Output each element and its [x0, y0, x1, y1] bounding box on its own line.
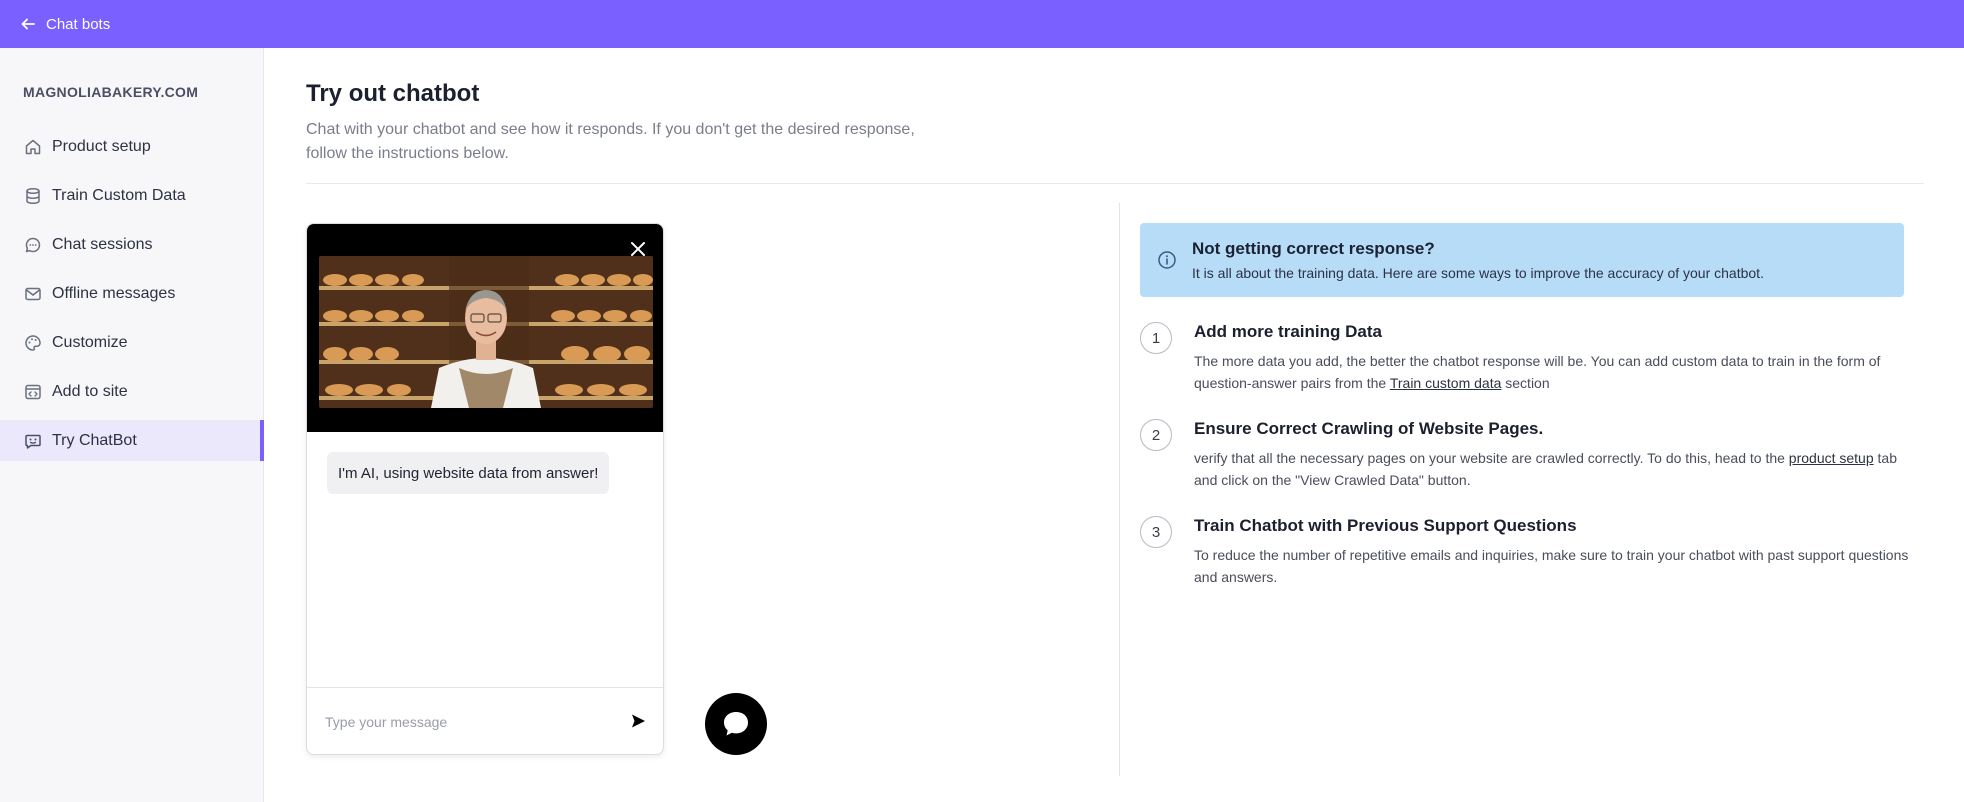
chatbot-widget-preview: I'm AI, using website data from answer!: [306, 223, 664, 755]
product-setup-link[interactable]: product setup: [1789, 450, 1874, 466]
bot-message: I'm AI, using website data from answer!: [327, 452, 610, 494]
step-description: The more data you add, the better the ch…: [1194, 350, 1910, 394]
back-link-label: Chat bots: [46, 15, 111, 33]
bot-icon: [24, 432, 42, 450]
sidebar-item-label: Train Custom Data: [52, 186, 186, 204]
sidebar-item-try-chatbot[interactable]: Try ChatBot: [0, 420, 264, 461]
arrow-left-icon: [21, 18, 35, 30]
info-alert: Not getting correct response? It is all …: [1140, 223, 1904, 297]
sidebar-item-chat-sessions[interactable]: Chat sessions: [0, 224, 264, 265]
sidebar-item-label: Try ChatBot: [52, 431, 137, 449]
page-title: Try out chatbot: [306, 80, 480, 107]
sidebar-item-product-setup[interactable]: Product setup: [0, 126, 264, 167]
bakery-hero-image: [319, 256, 653, 408]
sidebar-item-label: Add to site: [52, 382, 128, 400]
chat-launcher-button[interactable]: [705, 693, 767, 755]
step-description: verify that all the necessary pages on y…: [1194, 447, 1910, 491]
alert-text: It is all about the training data. Here …: [1192, 265, 1764, 281]
step-description-text: verify that all the necessary pages on y…: [1194, 450, 1789, 466]
step-description-text: section: [1501, 375, 1550, 391]
database-icon: [24, 187, 42, 205]
send-icon[interactable]: [628, 711, 648, 731]
step-title: Add more training Data: [1194, 322, 1382, 341]
step-title: Train Chatbot with Previous Support Ques…: [1194, 516, 1577, 535]
palette-icon: [24, 334, 42, 352]
code-window-icon: [24, 383, 42, 401]
step-number: 1: [1140, 322, 1172, 354]
page-subtitle: Chat with your chatbot and see how it re…: [306, 121, 915, 162]
sidebar-item-label: Chat sessions: [52, 235, 153, 253]
sidebar: MAGNOLIABAKERY.COM Product setup Train C…: [0, 48, 264, 802]
close-icon[interactable]: [627, 238, 649, 260]
vertical-divider: [1119, 203, 1120, 776]
mail-icon: [24, 285, 42, 303]
message-input[interactable]: [325, 714, 615, 730]
header-divider: [306, 183, 1924, 184]
step-number: 3: [1140, 516, 1172, 548]
home-icon: [24, 138, 42, 156]
sidebar-item-label: Offline messages: [52, 284, 176, 302]
step-number: 2: [1140, 419, 1172, 451]
sidebar-item-label: Customize: [52, 333, 128, 351]
sidebar-item-offline-messages[interactable]: Offline messages: [0, 273, 264, 314]
sidebar-item-train-custom-data[interactable]: Train Custom Data: [0, 175, 264, 216]
chat-bubble-icon: [24, 236, 42, 254]
sidebar-item-label: Product setup: [52, 137, 151, 155]
step-description: To reduce the number of repetitive email…: [1194, 547, 1909, 585]
step-title: Ensure Correct Crawling of Website Pages…: [1194, 419, 1544, 438]
sidebar-item-add-to-site[interactable]: Add to site: [0, 371, 264, 412]
site-name: MAGNOLIABAKERY.COM: [23, 84, 199, 100]
top-bar: Chat bots: [0, 0, 1964, 48]
alert-title: Not getting correct response?: [1192, 239, 1435, 258]
info-icon: [1158, 251, 1176, 269]
train-custom-data-link[interactable]: Train custom data: [1390, 375, 1502, 391]
back-to-chatbots-link[interactable]: Chat bots: [20, 16, 110, 33]
sidebar-nav: Product setup Train Custom Data Chat ses…: [0, 126, 264, 469]
sidebar-item-customize[interactable]: Customize: [0, 322, 264, 363]
widget-header: [307, 224, 663, 432]
chat-bubble-icon: [724, 712, 748, 736]
message-composer: [307, 687, 663, 754]
